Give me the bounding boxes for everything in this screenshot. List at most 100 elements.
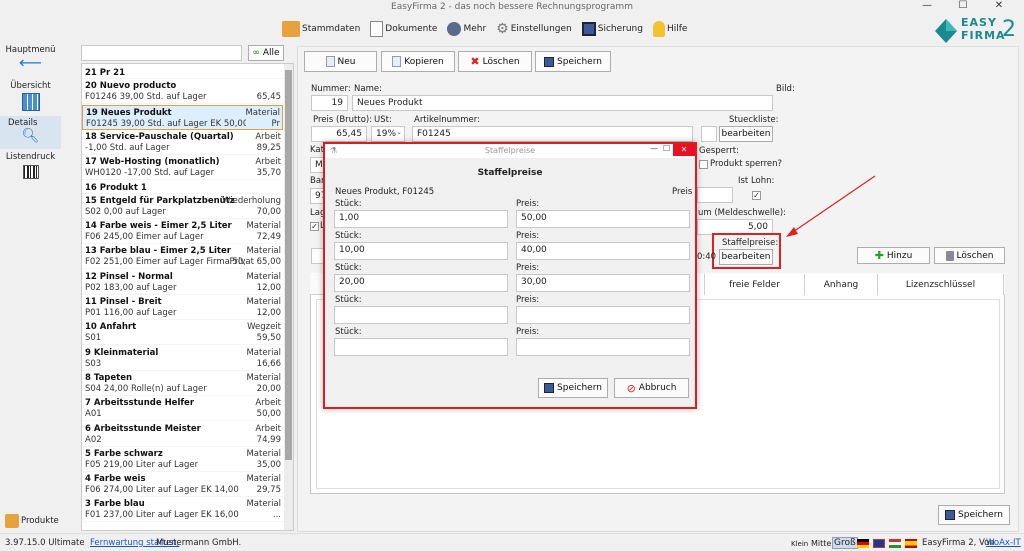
name-field[interactable]: Neues Produkt	[352, 95, 773, 111]
list-item[interactable]: 8 Tapeten Material S04 24,00 Rolle(n) auf …	[82, 371, 283, 396]
delete-button[interactable]: ✖ Löschen	[458, 51, 532, 72]
menu-hilfe[interactable]: Hilfe	[652, 21, 687, 37]
dialog-cancel-button[interactable]: ⊘ Abbruch	[614, 378, 689, 398]
nummer-field[interactable]: 19	[311, 95, 348, 111]
list-item[interactable]: 9 Kleinmaterial Material S03 16,66	[82, 346, 283, 371]
list-item-details: F01246 39,00 Std. auf Lager	[85, 92, 207, 103]
dialog-close-button[interactable]: ✕	[673, 144, 695, 156]
bottom-save-button[interactable]: Speichern	[938, 505, 1010, 525]
stueck-field[interactable]	[334, 338, 508, 356]
list-item[interactable]: 3 Farbe blau Material F01 237,00 Liter auf…	[82, 497, 283, 523]
stueck-field[interactable]: 10,00	[334, 242, 508, 260]
list-item[interactable]: 5 Farbe schwarz Material F05 219,00 Liter …	[82, 447, 283, 472]
list-item[interactable]: 21 Pr 21	[82, 66, 283, 79]
logo-number: 2	[1002, 17, 1016, 42]
list-item[interactable]: 13 Farbe blau - Eimer 2,5 Liter Material F…	[82, 244, 283, 270]
list-item-price: 70,00	[256, 206, 281, 217]
sidebar: Hauptmenü ⟵ Übersicht Details 🔍︎ Listend…	[0, 42, 62, 532]
size-mittel[interactable]: Mittel	[811, 539, 834, 548]
list-item[interactable]: 20 Nuevo producto F01246 39,00 Std. auf L…	[82, 79, 283, 105]
list-item[interactable]: 17 Web-Hosting (monatlich) Arbeit WH0120 -…	[82, 155, 283, 181]
gesperrt-label: Gesperrt:	[699, 146, 739, 156]
name-label: Name:	[354, 84, 382, 94]
stueckliste-field[interactable]	[701, 126, 717, 142]
flag-es-icon[interactable]	[905, 539, 917, 548]
window-close-button[interactable]: ✕	[984, 0, 1014, 14]
list-item[interactable]: 19 Neues Produkt Material F01245 39,00 Std…	[82, 104, 283, 130]
list-item[interactable]: 4 Farbe weis Material F06 274,00 Liter auf…	[82, 472, 283, 498]
list-item-price: 89,25	[256, 142, 281, 153]
list-item[interactable]: 14 Farbe weis - Eimer 2,5 Liter Material F…	[82, 219, 283, 245]
list-item[interactable]: 7 Arbeitsstunde Helfer Arbeit A01 50,00	[82, 396, 283, 422]
list-item-type: Material	[246, 221, 281, 232]
menu-stammdaten[interactable]: Stammdaten	[282, 21, 360, 37]
list-item[interactable]: 10 Anfahrt Wegzeit S01 59,50	[82, 320, 283, 346]
sidebar-item-listendruck[interactable]: Listendruck	[0, 152, 61, 186]
preis-field[interactable]	[516, 306, 690, 324]
dialog-minimize-button[interactable]: —	[650, 144, 658, 153]
istlohn-checkbox[interactable]: ✓	[752, 191, 761, 200]
list-item-type: Arbeit	[255, 157, 281, 168]
preis-field[interactable]: 50,00	[516, 210, 690, 228]
ust-select[interactable]: 19% ⌄	[371, 126, 405, 142]
stueckliste-bearbeiten-button[interactable]: bearbeiten	[719, 126, 773, 142]
preis-label: Preis:	[516, 199, 540, 209]
window-minimize-button[interactable]: —	[912, 0, 942, 14]
list-item-type: Material	[246, 297, 281, 307]
size-gross[interactable]: Groß	[832, 537, 858, 549]
new-button[interactable]: Neu	[304, 51, 377, 72]
woax-link[interactable]: WoAx-IT	[986, 538, 1021, 548]
list-item-details: F01 237,00 Liter auf Lager EK 16,00	[85, 510, 239, 521]
all-button[interactable]: ∞ Alle	[248, 45, 284, 61]
preis-field[interactable]: 40,00	[516, 242, 690, 260]
stueck-field[interactable]: 20,00	[334, 274, 508, 292]
tab-anhang[interactable]: Anhang	[805, 274, 878, 295]
save-button[interactable]: Speichern	[535, 51, 611, 72]
sperren-checkbox[interactable]	[699, 160, 708, 169]
menu-dokumente[interactable]: Dokumente	[370, 21, 437, 37]
list-item[interactable]: 15 Entgeld für Parkplatzbenützun...Wiede…	[82, 194, 283, 219]
loeschen-list-button[interactable]: Löschen	[934, 247, 1005, 264]
size-klein[interactable]: Klein	[791, 540, 808, 548]
time-field[interactable]	[697, 187, 733, 203]
menu-einstellungen[interactable]: ⚙ Einstellungen	[496, 21, 572, 37]
stueck-field[interactable]: 1,00	[334, 210, 508, 228]
list-item[interactable]: 11 Pinsel - Breit Material P01 116,00 auf …	[82, 295, 283, 320]
preis-field[interactable]	[516, 338, 690, 356]
copy-button[interactable]: Kopieren	[381, 51, 455, 72]
tab-freie-felder[interactable]: freie Felder	[705, 274, 805, 295]
delete-button-label: Löschen	[482, 56, 520, 67]
list-item[interactable]: 12 Pinsel - Normal Material P02 183,00 auf…	[82, 270, 283, 295]
list-item[interactable]: 18 Service-Pauschale (Quartal) Arbeit -1,0…	[82, 130, 283, 155]
sidebar-item-hauptmenu[interactable]: Hauptmenü ⟵	[0, 45, 61, 77]
dialog-maximize-button[interactable]: ☐	[663, 144, 670, 153]
app-logo: EASY FIRMA 2	[934, 16, 1020, 46]
scrollbar-thumb[interactable]	[285, 70, 292, 460]
tab-lizenzschluessel[interactable]: Lizenzschlüssel	[878, 274, 1004, 295]
hinzu-button[interactable]: ✚ Hinzu	[857, 247, 930, 264]
list-item-name: 13 Farbe blau - Eimer 2,5 Liter	[85, 246, 231, 257]
stueck-field[interactable]	[334, 306, 508, 324]
time-value: 0:40	[697, 252, 717, 262]
sidebar-item-uebersicht[interactable]: Übersicht	[0, 81, 61, 117]
list-item[interactable]: 6 Arbeitsstunde Meister Arbeit A02 74,99	[82, 422, 283, 447]
lager-checkbox[interactable]: ✓	[310, 222, 319, 231]
search-input[interactable]	[81, 45, 242, 61]
dialog-save-button[interactable]: Speichern	[538, 378, 608, 398]
artikel-field[interactable]: F01245	[412, 126, 693, 142]
magnifier-icon: 🔍︎	[21, 128, 40, 144]
cart-icon	[282, 21, 300, 37]
flag-de-icon[interactable]	[857, 539, 869, 548]
list-item[interactable]: 16 Produkt 1	[82, 181, 283, 194]
flag-uk-icon[interactable]	[873, 539, 885, 548]
menu-mehr[interactable]: Mehr	[447, 22, 486, 36]
stueckliste-label: Stueckliste:	[729, 115, 779, 125]
sidebar-products[interactable]: Produkte	[5, 512, 65, 530]
preis-field[interactable]: 65,45	[311, 126, 367, 142]
preis-field[interactable]: 30,00	[516, 274, 690, 292]
sidebar-item-details[interactable]: Details 🔍︎	[0, 116, 61, 149]
window-maximize-button[interactable]: ☐	[948, 0, 978, 14]
flag-hu-icon[interactable]	[889, 539, 901, 548]
list-scrollbar[interactable]	[284, 64, 293, 530]
menu-sicherung[interactable]: Sicherung	[581, 22, 643, 36]
